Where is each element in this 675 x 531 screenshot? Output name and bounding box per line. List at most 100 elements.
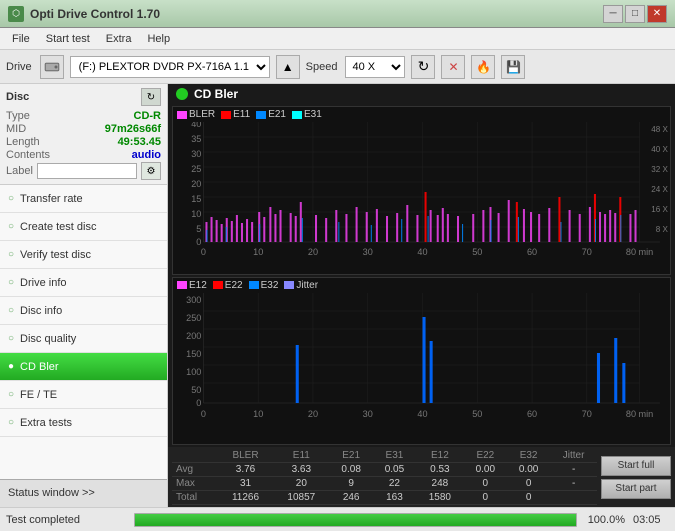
legend-bler-color <box>177 111 187 119</box>
avg-e12: 0.53 <box>416 463 464 477</box>
eject-button[interactable]: ▲ <box>276 55 300 79</box>
contents-label: Contents <box>6 149 50 161</box>
sidebar-nav: ○ Transfer rate ○ Create test disc ○ Ver… <box>0 185 167 479</box>
length-value: 49:53.45 <box>118 136 161 148</box>
status-text: Test completed <box>6 514 126 526</box>
menu-help[interactable]: Help <box>139 31 178 47</box>
extra-tests-icon: ○ <box>8 417 14 428</box>
legend-e21-color <box>256 111 266 119</box>
total-e32: 0 <box>507 491 550 505</box>
table-row-total: Total 11266 10857 246 163 1580 0 0 <box>172 491 597 505</box>
drive-icon <box>40 55 64 79</box>
app-icon: ⬡ <box>8 6 24 22</box>
max-bler: 31 <box>218 477 273 491</box>
length-label: Length <box>6 136 40 148</box>
sidebar-item-fe-te[interactable]: ○ FE / TE <box>0 381 167 409</box>
svg-text:40: 40 <box>417 247 427 257</box>
total-e21: 246 <box>330 491 373 505</box>
content-area: CD Bler BLER E11 E21 E3 <box>168 84 675 507</box>
burn-button[interactable]: 🔥 <box>471 55 495 79</box>
avg-e11: 3.63 <box>273 463 329 477</box>
disc-refresh-button[interactable]: ↻ <box>141 88 161 106</box>
nav-label-create-test-disc: Create test disc <box>20 221 96 233</box>
legend-jitter-color <box>284 281 294 289</box>
refresh-button[interactable]: ↻ <box>411 55 435 79</box>
svg-text:20: 20 <box>308 247 318 257</box>
top-chart-svg: 40 35 30 25 20 15 10 5 0 0 10 20 30 40 5… <box>173 122 670 262</box>
svg-text:80 min: 80 min <box>626 247 653 257</box>
restore-button[interactable]: □ <box>625 5 645 23</box>
svg-text:200: 200 <box>186 331 201 341</box>
svg-text:50: 50 <box>472 247 482 257</box>
svg-text:15: 15 <box>191 194 201 204</box>
max-jitter: - <box>550 477 597 491</box>
nav-label-transfer-rate: Transfer rate <box>20 193 83 205</box>
close-button[interactable]: ✕ <box>647 5 667 23</box>
table-row-avg: Avg 3.76 3.63 0.08 0.05 0.53 0.00 0.00 - <box>172 463 597 477</box>
label-key: Label <box>6 165 33 177</box>
start-full-button[interactable]: Start full <box>601 456 671 476</box>
speed-select[interactable]: 40 X <box>345 56 405 78</box>
table-row-max: Max 31 20 9 22 248 0 0 - <box>172 477 597 491</box>
avg-e32: 0.00 <box>507 463 550 477</box>
sidebar-item-create-test-disc[interactable]: ○ Create test disc <box>0 213 167 241</box>
sidebar-item-verify-test-disc[interactable]: ○ Verify test disc <box>0 241 167 269</box>
progress-bar-container <box>134 513 577 527</box>
label-input[interactable] <box>37 163 137 179</box>
total-e12: 1580 <box>416 491 464 505</box>
svg-text:80 min: 80 min <box>626 409 653 419</box>
max-e11: 20 <box>273 477 329 491</box>
legend-e11: E11 <box>221 109 250 120</box>
cd-bler-icon: ● <box>8 361 14 372</box>
bottom-chart-svg: 300 250 200 150 100 50 0 0 10 20 30 40 5… <box>173 293 670 423</box>
max-e31: 22 <box>373 477 416 491</box>
save-button[interactable]: 💾 <box>501 55 525 79</box>
sidebar-item-transfer-rate[interactable]: ○ Transfer rate <box>0 185 167 213</box>
legend-bler: BLER <box>177 109 215 120</box>
sidebar-item-drive-info[interactable]: ○ Drive info <box>0 269 167 297</box>
sidebar-item-disc-info[interactable]: ○ Disc info <box>0 297 167 325</box>
legend-e22-color <box>213 281 223 289</box>
svg-text:24 X: 24 X <box>651 185 668 194</box>
status-window-button[interactable]: Status window >> <box>0 479 167 507</box>
verify-test-disc-icon: ○ <box>8 249 14 260</box>
status-time: 03:05 <box>633 514 669 526</box>
label-settings-button[interactable]: ⚙ <box>141 162 161 180</box>
svg-text:5: 5 <box>196 224 201 234</box>
nav-label-extra-tests: Extra tests <box>20 417 72 429</box>
disc-info-icon: ○ <box>8 305 14 316</box>
disc-section: Disc ↻ Type CD-R MID 97m26s66f Length 49… <box>0 84 167 185</box>
legend-e32: E32 <box>249 280 279 291</box>
eraser-button[interactable]: ✕ <box>441 55 465 79</box>
sidebar-item-disc-quality[interactable]: ○ Disc quality <box>0 325 167 353</box>
toolbar: Drive (F:) PLEXTOR DVDR PX-716A 1.11 ▲ S… <box>0 50 675 84</box>
sidebar-item-cd-bler[interactable]: ● CD Bler <box>0 353 167 381</box>
nav-label-cd-bler: CD Bler <box>20 361 59 373</box>
nav-label-verify-test-disc: Verify test disc <box>20 249 91 261</box>
menu-start-test[interactable]: Start test <box>38 31 98 47</box>
svg-text:70: 70 <box>582 409 592 419</box>
menu-extra[interactable]: Extra <box>98 31 140 47</box>
svg-text:300: 300 <box>186 295 201 305</box>
svg-text:30: 30 <box>363 409 373 419</box>
sidebar-item-extra-tests[interactable]: ○ Extra tests <box>0 409 167 437</box>
main-layout: Disc ↻ Type CD-R MID 97m26s66f Length 49… <box>0 84 675 507</box>
minimize-button[interactable]: ─ <box>603 5 623 23</box>
svg-text:0: 0 <box>196 398 201 408</box>
contents-value: audio <box>132 149 161 161</box>
menu-file[interactable]: File <box>4 31 38 47</box>
create-test-disc-icon: ○ <box>8 221 14 232</box>
svg-text:10: 10 <box>253 409 263 419</box>
legend-e32-color <box>249 281 259 289</box>
svg-text:0: 0 <box>196 237 201 247</box>
start-part-button[interactable]: Start part <box>601 479 671 499</box>
drive-select[interactable]: (F:) PLEXTOR DVDR PX-716A 1.11 <box>70 56 270 78</box>
legend-e12: E12 <box>177 280 207 291</box>
window-controls: ─ □ ✕ <box>603 5 667 23</box>
drive-label: Drive <box>6 61 32 73</box>
avg-jitter: - <box>550 463 597 477</box>
mid-value: 97m26s66f <box>105 123 161 135</box>
max-e22: 0 <box>464 477 507 491</box>
svg-text:32 X: 32 X <box>651 165 668 174</box>
row-total-label: Total <box>172 491 218 505</box>
